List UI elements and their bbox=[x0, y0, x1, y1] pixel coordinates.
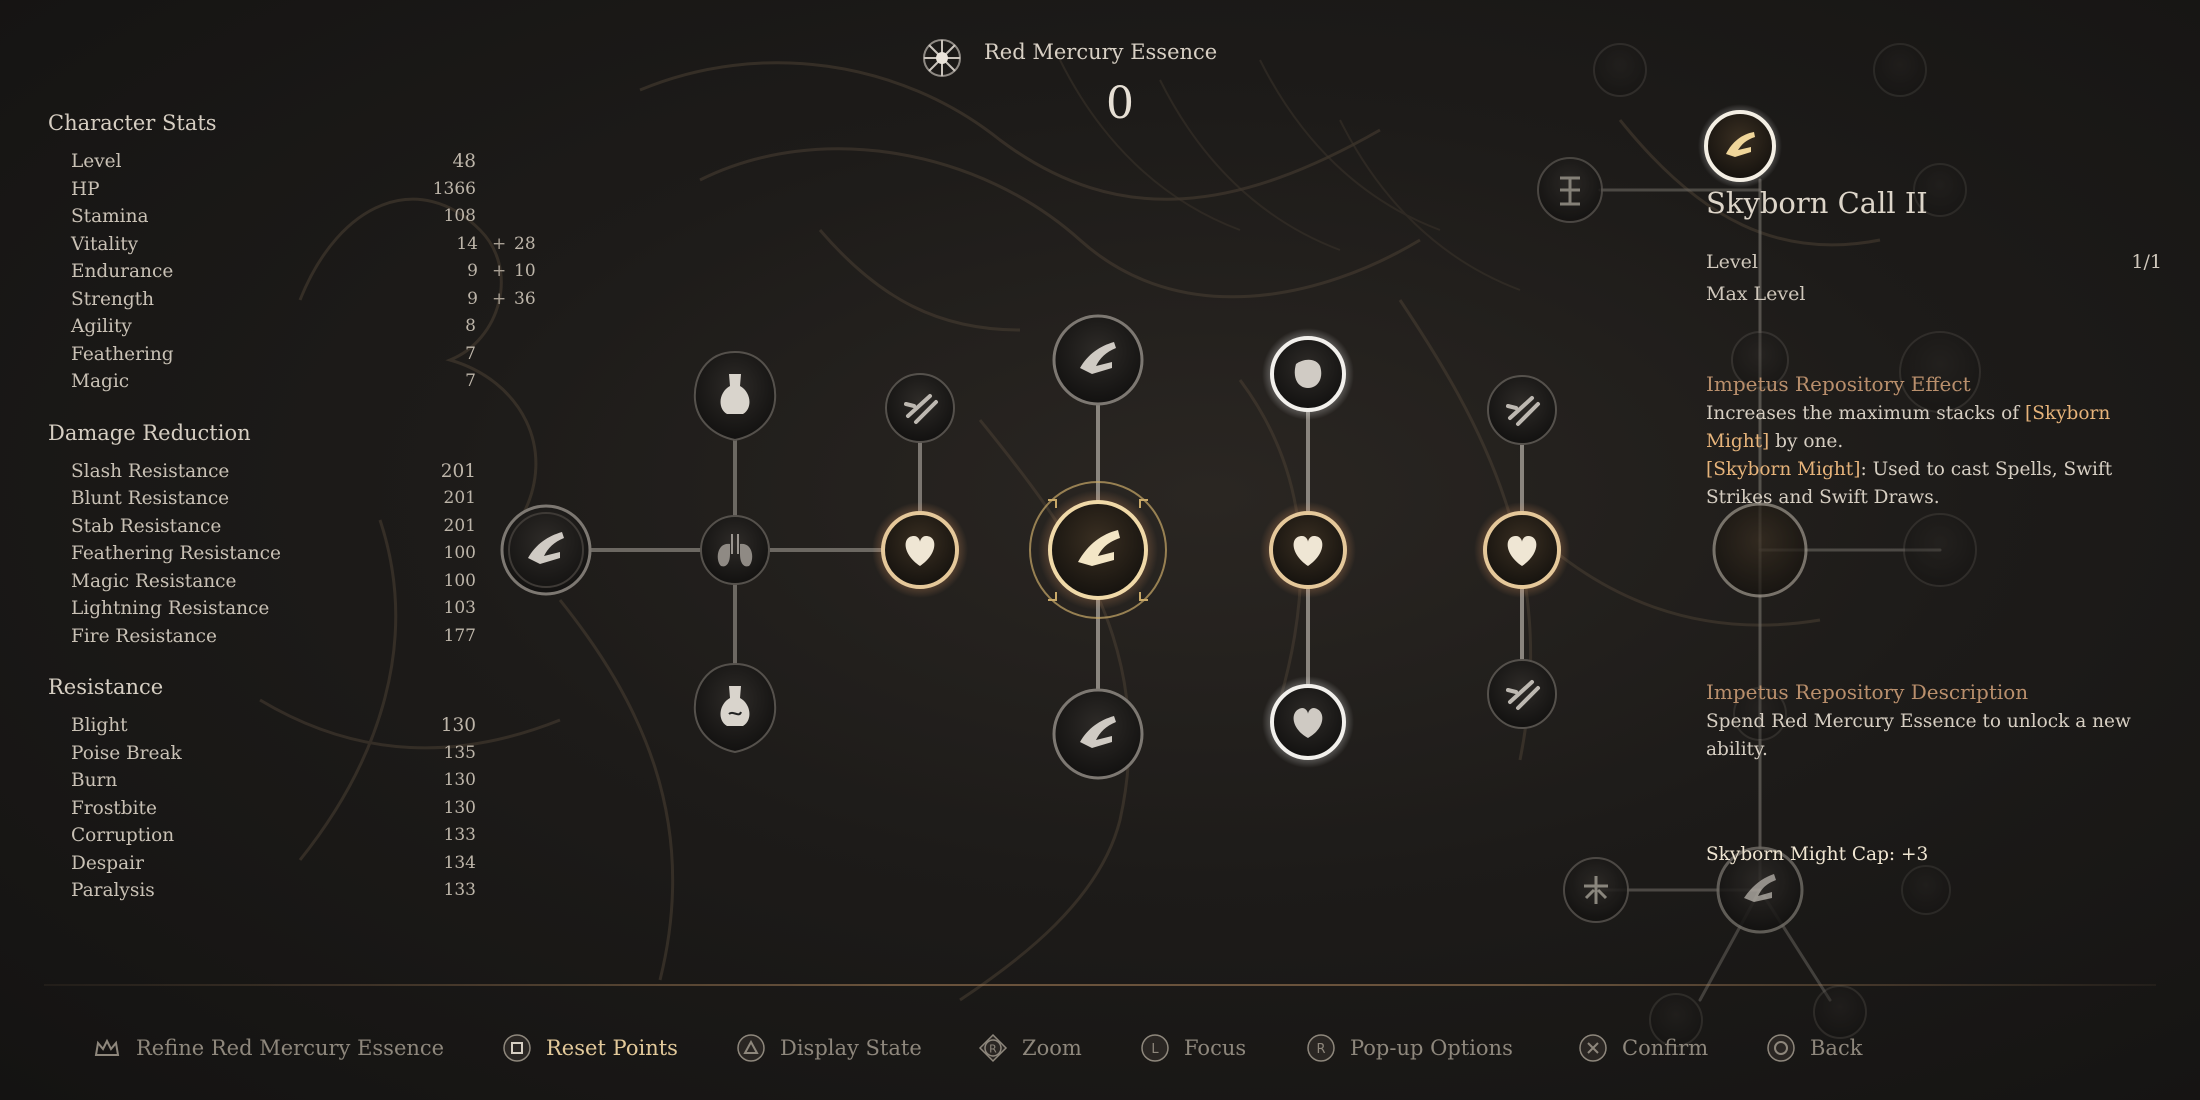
node-faded-1 bbox=[1593, 43, 1647, 97]
r-stick-icon: R bbox=[978, 1033, 1008, 1063]
confirm-action[interactable]: Confirm bbox=[1578, 1028, 1708, 1068]
node-swift-strike-2[interactable] bbox=[1487, 375, 1557, 445]
node-rune-bottom-left[interactable] bbox=[1563, 857, 1629, 923]
node-pouch-top[interactable] bbox=[1262, 328, 1354, 420]
node-faded-4 bbox=[1901, 865, 1951, 915]
node-faded-2 bbox=[1873, 43, 1927, 97]
zoom-action[interactable]: R Zoom bbox=[978, 1028, 1082, 1068]
node-lungs[interactable] bbox=[700, 515, 770, 585]
focus-label: Focus bbox=[1184, 1036, 1247, 1060]
node-skyborn-call-ii-selected[interactable] bbox=[1698, 104, 1782, 188]
description-title: Impetus Repository Description bbox=[1706, 680, 2029, 704]
r-button-icon: R bbox=[1306, 1033, 1336, 1063]
node-swift-strike-3[interactable] bbox=[1487, 659, 1557, 729]
ability-title: Skyborn Call II bbox=[1706, 186, 1928, 220]
svg-text:L: L bbox=[1151, 1042, 1159, 1057]
level-row: Level 1/1 bbox=[1706, 246, 2166, 278]
effect-keyword: [Skyborn Might] bbox=[1706, 459, 1861, 480]
l-stick-icon: L bbox=[1140, 1033, 1170, 1063]
popup-options-action[interactable]: R Pop-up Options bbox=[1306, 1028, 1513, 1068]
reset-points-label: Reset Points bbox=[546, 1036, 678, 1060]
max-level-label: Max Level bbox=[1706, 283, 1806, 305]
ability-detail-panel: Skyborn Call II Level 1/1 Max Level Impe… bbox=[1706, 186, 2166, 865]
node-skyborn-call-center[interactable] bbox=[1029, 481, 1167, 619]
description-text: Spend Red Mercury Essence to unlock a ne… bbox=[1706, 711, 2131, 760]
node-hand-top[interactable] bbox=[1052, 314, 1144, 406]
back-action[interactable]: Back bbox=[1766, 1028, 1862, 1068]
crown-icon bbox=[92, 1033, 122, 1063]
back-label: Back bbox=[1810, 1036, 1863, 1060]
refine-label: Refine Red Mercury Essence bbox=[136, 1036, 445, 1060]
square-button-icon bbox=[502, 1033, 532, 1063]
display-state-action[interactable]: Display State bbox=[736, 1028, 922, 1068]
node-heart-2[interactable] bbox=[1260, 502, 1356, 598]
node-hand-bottom[interactable] bbox=[1052, 688, 1144, 780]
node-heart-anatomic-bottom[interactable] bbox=[1262, 676, 1354, 768]
cross-button-icon bbox=[1578, 1033, 1608, 1063]
effect-text-part: Increases the maximum stacks of bbox=[1706, 403, 2025, 424]
node-skyborn-call-left[interactable] bbox=[500, 504, 592, 596]
svg-text:R: R bbox=[1316, 1042, 1325, 1057]
popup-options-label: Pop-up Options bbox=[1350, 1036, 1513, 1060]
node-heart-3[interactable] bbox=[1474, 502, 1570, 598]
triangle-button-icon bbox=[736, 1033, 766, 1063]
skyborn-might-cap: Skyborn Might Cap: +3 bbox=[1706, 844, 1929, 865]
effect-title: Impetus Repository Effect bbox=[1706, 372, 1971, 396]
node-vase-bottom[interactable] bbox=[693, 662, 777, 754]
confirm-label: Confirm bbox=[1622, 1036, 1709, 1060]
display-state-label: Display State bbox=[780, 1036, 922, 1060]
action-bar: Refine Red Mercury Essence Reset Points … bbox=[0, 1028, 2200, 1068]
node-swift-strike-1[interactable] bbox=[885, 373, 955, 443]
reset-points-action[interactable]: Reset Points bbox=[502, 1028, 678, 1068]
bottom-divider bbox=[44, 984, 2156, 986]
level-value: 1/1 bbox=[2131, 251, 2162, 273]
node-faded-rune-left[interactable] bbox=[1537, 157, 1603, 223]
level-label: Level bbox=[1706, 251, 1758, 273]
svg-text:R: R bbox=[989, 1043, 997, 1056]
node-heart-1[interactable] bbox=[872, 502, 968, 598]
refine-action[interactable]: Refine Red Mercury Essence bbox=[92, 1028, 444, 1068]
node-vase-top[interactable] bbox=[693, 350, 777, 442]
effect-text-part: by one. bbox=[1769, 431, 1844, 452]
circle-button-icon bbox=[1766, 1033, 1796, 1063]
effect-text: Increases the maximum stacks of [Skyborn… bbox=[1706, 400, 2166, 512]
zoom-label: Zoom bbox=[1022, 1036, 1082, 1060]
focus-action[interactable]: L Focus bbox=[1140, 1028, 1246, 1068]
